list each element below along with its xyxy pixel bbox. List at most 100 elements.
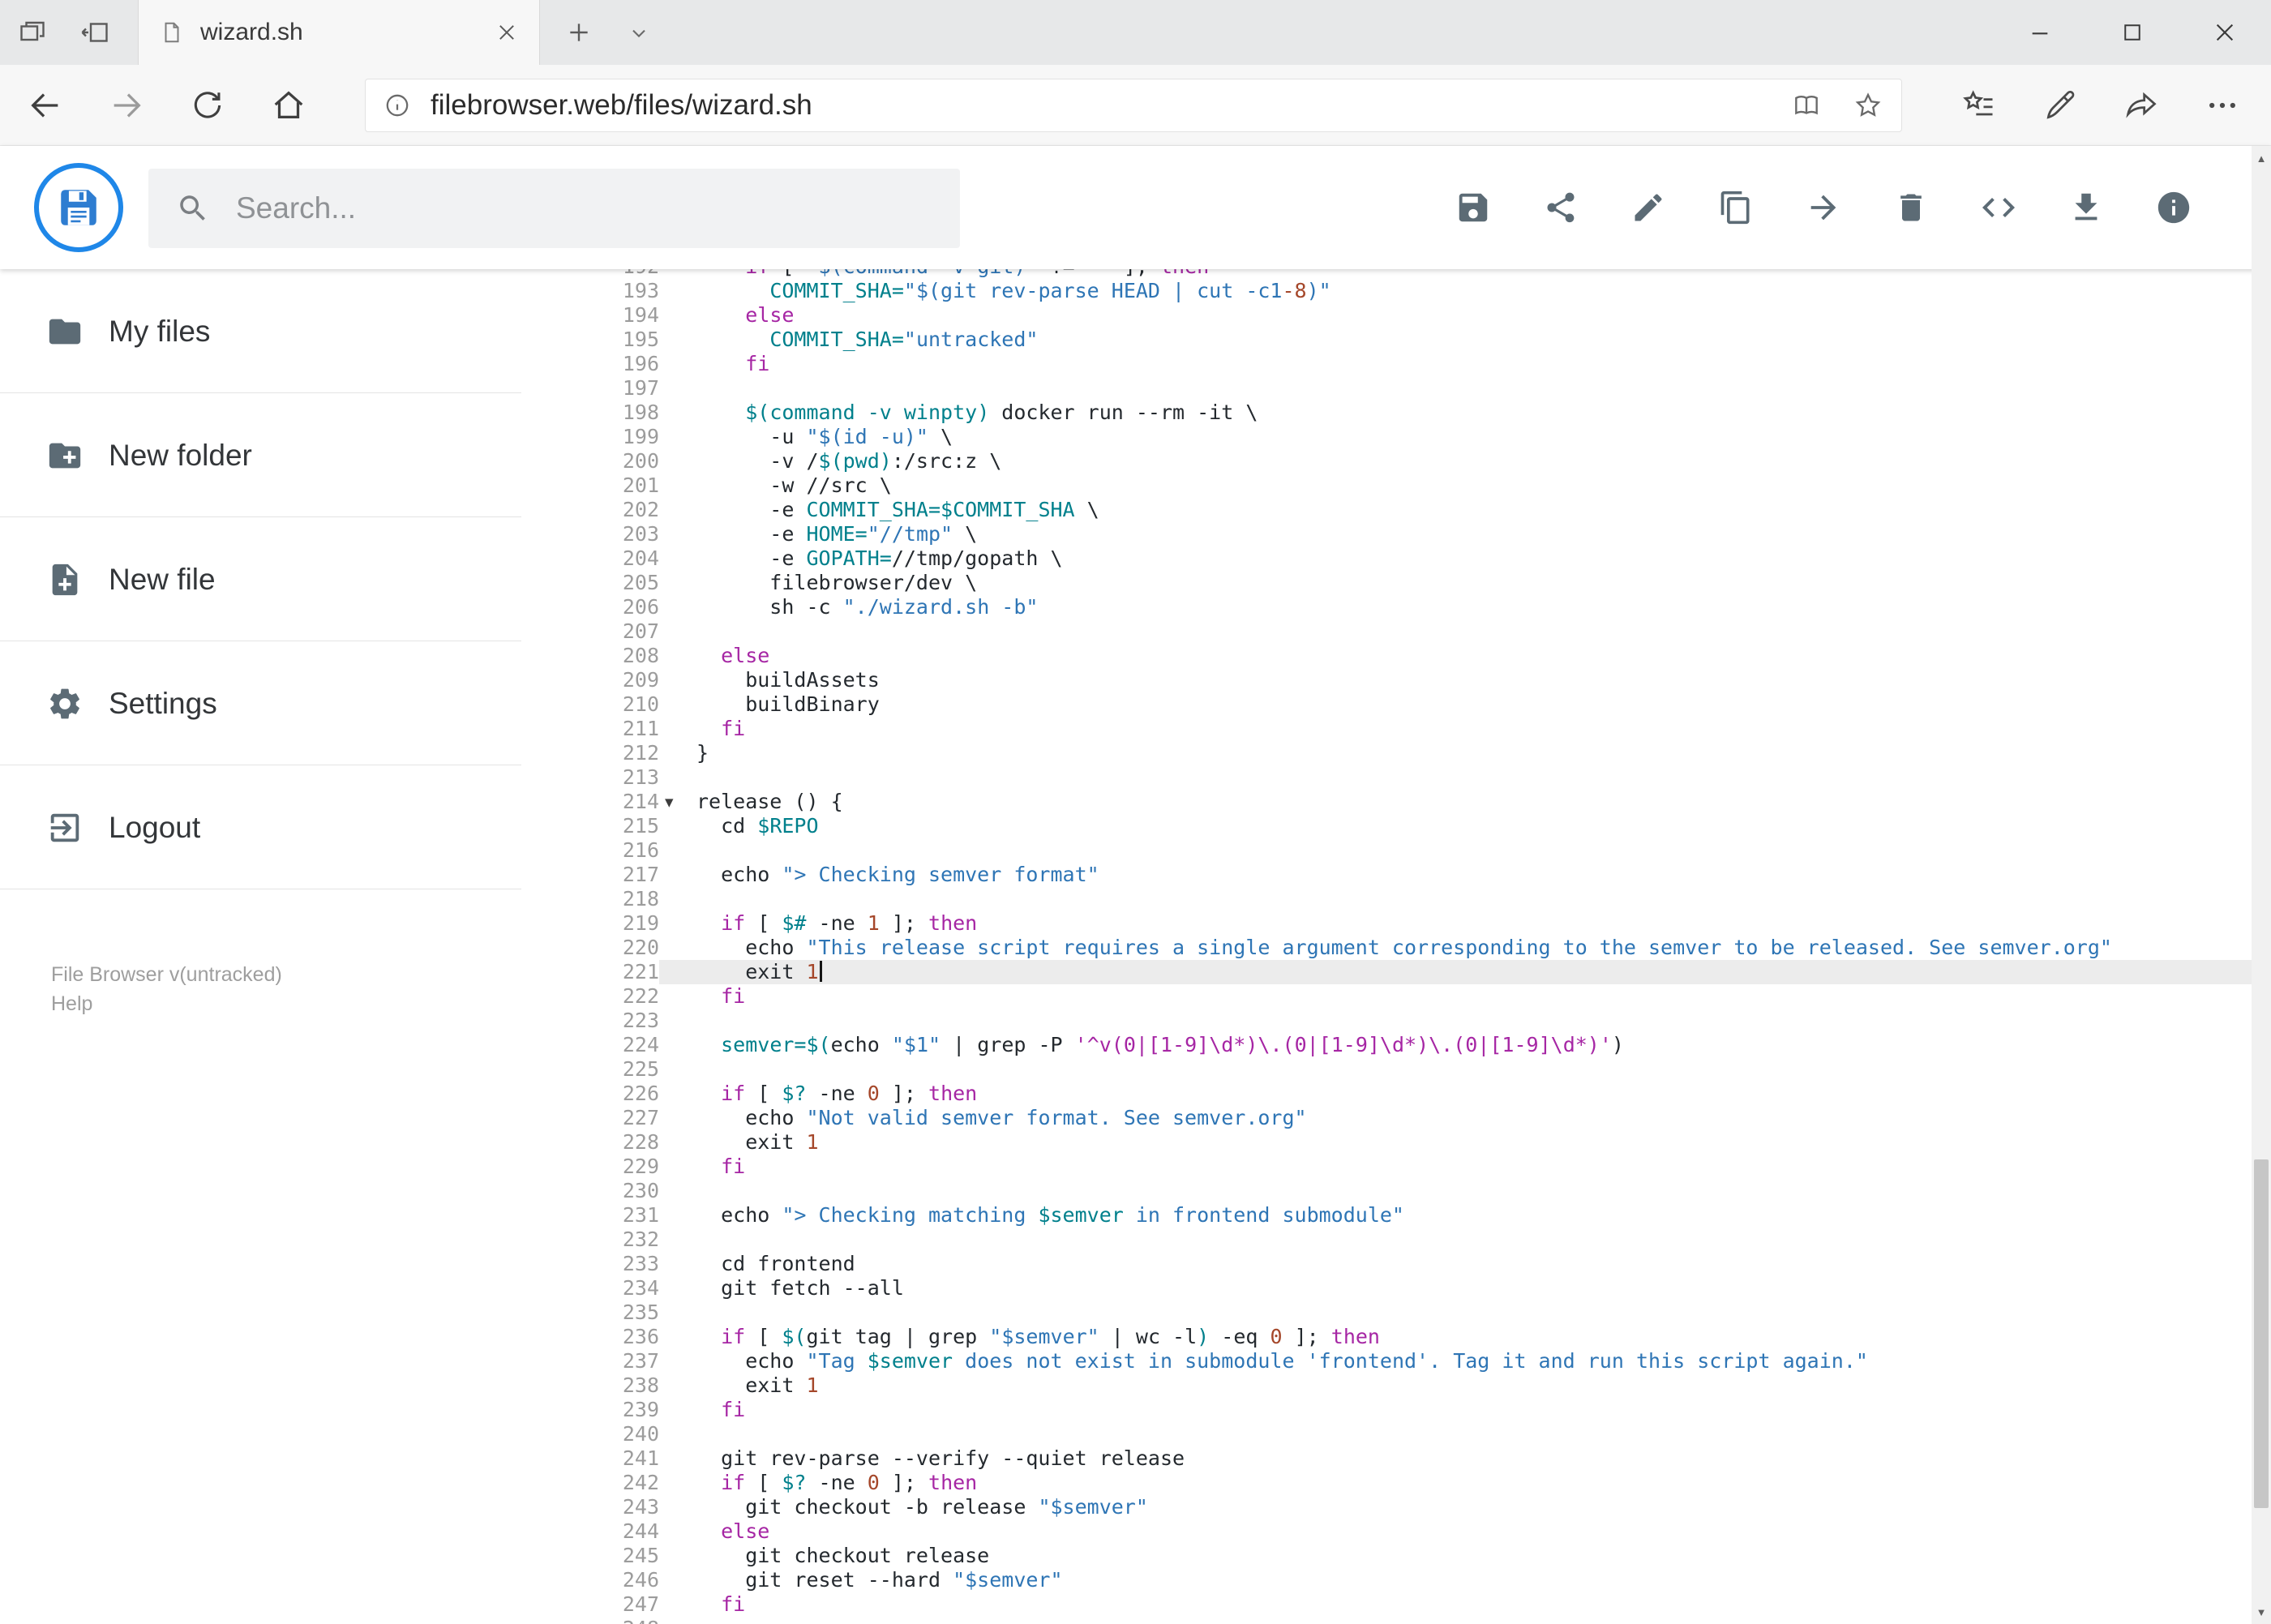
fold-arrow-icon[interactable]: ▾ [659, 790, 696, 814]
maximize-button[interactable] [2086, 0, 2179, 65]
save-button[interactable] [1429, 146, 1517, 269]
code-line[interactable]: 226 if [ $? -ne 0 ]; then [587, 1082, 2252, 1106]
code-line[interactable]: 229 fi [587, 1155, 2252, 1179]
code-line[interactable]: 207 [587, 619, 2252, 644]
code-line[interactable]: 224 semver=$(echo "$1" | grep -P '^v(0|[… [587, 1033, 2252, 1057]
code-line[interactable]: 242 if [ $? -ne 0 ]; then [587, 1471, 2252, 1495]
code-line[interactable]: 194 else [587, 303, 2252, 328]
raw-view-button[interactable] [1955, 146, 2042, 269]
code-line[interactable]: 200 -v /$(pwd):/src:z \ [587, 449, 2252, 473]
code-line[interactable]: 210 buildBinary [587, 692, 2252, 717]
code-line[interactable]: 239 fi [587, 1398, 2252, 1422]
code-line[interactable]: 231 echo "> Checking matching $semver in… [587, 1203, 2252, 1228]
code-line[interactable]: 202 -e COMMIT_SHA=$COMMIT_SHA \ [587, 498, 2252, 522]
url-field[interactable]: filebrowser.web/files/wizard.sh [365, 79, 1902, 132]
code-line[interactable]: 192 if [ "$(command -v git)" != "" ]; th… [587, 269, 2252, 279]
code-line[interactable]: 208 else [587, 644, 2252, 668]
vertical-scrollbar[interactable]: ▲ ▼ [2252, 146, 2271, 1624]
code-line[interactable]: 206 sh -c "./wizard.sh -b" [587, 595, 2252, 619]
code-line[interactable]: 225 [587, 1057, 2252, 1082]
code-line[interactable]: 198 $(command -v winpty) docker run --rm… [587, 401, 2252, 425]
browser-tab[interactable]: wizard.sh [138, 0, 540, 65]
rename-button[interactable] [1605, 146, 1692, 269]
code-line[interactable]: 197 [587, 376, 2252, 401]
code-line[interactable]: 204 -e GOPATH=//tmp/gopath \ [587, 546, 2252, 571]
share-button[interactable] [1517, 146, 1605, 269]
code-line[interactable]: 211 fi [587, 717, 2252, 741]
code-line[interactable]: 247 fi [587, 1592, 2252, 1617]
code-line[interactable]: 219 if [ $# -ne 1 ]; then [587, 911, 2252, 936]
code-line[interactable]: 233 cd frontend [587, 1252, 2252, 1276]
share-icon[interactable] [2101, 76, 2182, 135]
code-line[interactable]: 214 ▾ release () { [587, 790, 2252, 814]
code-line[interactable]: 212} [587, 741, 2252, 765]
site-info-icon[interactable] [383, 92, 411, 119]
code-line[interactable]: 218 [587, 887, 2252, 911]
code-line[interactable]: 248 [587, 1617, 2252, 1624]
code-line[interactable]: 235 [587, 1300, 2252, 1325]
code-line[interactable]: 243 git checkout -b release "$semver" [587, 1495, 2252, 1519]
code-line[interactable]: 209 buildAssets [587, 668, 2252, 692]
set-tabs-aside-icon[interactable] [81, 18, 110, 47]
tabs-preview-icon[interactable] [18, 18, 47, 47]
help-link[interactable]: Help [51, 989, 282, 1018]
favorite-star-icon[interactable] [1853, 90, 1883, 121]
delete-button[interactable] [1867, 146, 1955, 269]
code-line[interactable]: 220 echo "This release script requires a… [587, 936, 2252, 960]
code-line[interactable]: 223 [587, 1009, 2252, 1033]
code-line[interactable]: 217 echo "> Checking semver format" [587, 863, 2252, 887]
search-input[interactable] [236, 191, 901, 225]
code-line[interactable]: 237 echo "Tag $semver does not exist in … [587, 1349, 2252, 1373]
download-button[interactable] [2042, 146, 2130, 269]
code-line[interactable]: 205 filebrowser/dev \ [587, 571, 2252, 595]
search-bar[interactable] [148, 169, 960, 248]
code-line[interactable]: 241 git rev-parse --verify --quiet relea… [587, 1446, 2252, 1471]
scroll-up-arrow[interactable]: ▲ [2252, 148, 2271, 169]
code-line[interactable]: 221 exit 1 [587, 960, 2252, 984]
code-line[interactable]: 232 [587, 1228, 2252, 1252]
code-line[interactable]: 222 fi [587, 984, 2252, 1009]
code-editor[interactable]: 192 if [ "$(command -v git)" != "" ]; th… [587, 269, 2252, 1624]
move-button[interactable] [1780, 146, 1867, 269]
code-line[interactable]: 240 [587, 1422, 2252, 1446]
tab-preview-chevron-icon[interactable] [613, 0, 665, 65]
scroll-down-arrow[interactable]: ▼ [2252, 1601, 2271, 1622]
code-line[interactable]: 203 -e HOME="//tmp" \ [587, 522, 2252, 546]
web-note-pen-icon[interactable] [2020, 76, 2101, 135]
refresh-button[interactable] [185, 76, 230, 135]
code-line[interactable]: 195 COMMIT_SHA="untracked" [587, 328, 2252, 352]
tab-close-icon[interactable] [495, 21, 518, 44]
sidebar-item-new-file[interactable]: New file [0, 517, 587, 641]
sidebar-item-logout[interactable]: Logout [0, 765, 587, 889]
filebrowser-logo[interactable] [34, 163, 123, 252]
more-menu-icon[interactable] [2182, 76, 2263, 135]
forward-button[interactable] [104, 76, 149, 135]
sidebar-item-my-files[interactable]: My files [0, 269, 587, 393]
code-line[interactable]: 234 git fetch --all [587, 1276, 2252, 1300]
code-line[interactable]: 193 COMMIT_SHA="$(git rev-parse HEAD | c… [587, 279, 2252, 303]
copy-button[interactable] [1692, 146, 1780, 269]
minimize-button[interactable] [1994, 0, 2086, 65]
code-line[interactable]: 228 exit 1 [587, 1130, 2252, 1155]
home-button[interactable] [266, 76, 311, 135]
sidebar-item-settings[interactable]: Settings [0, 641, 587, 765]
close-window-button[interactable] [2179, 0, 2271, 65]
code-line[interactable]: 196 fi [587, 352, 2252, 376]
info-button[interactable] [2130, 146, 2217, 269]
code-line[interactable]: 245 git checkout release [587, 1544, 2252, 1568]
code-line[interactable]: 216 [587, 838, 2252, 863]
code-line[interactable]: 201 -w //src \ [587, 473, 2252, 498]
code-line[interactable]: 227 echo "Not valid semver format. See s… [587, 1106, 2252, 1130]
hub-favorites-icon[interactable] [1939, 76, 2020, 135]
new-tab-button[interactable] [548, 0, 610, 65]
code-line[interactable]: 238 exit 1 [587, 1373, 2252, 1398]
code-line[interactable]: 213 [587, 765, 2252, 790]
sidebar-item-new-folder[interactable]: New folder [0, 393, 587, 517]
scrollbar-thumb[interactable] [2254, 1159, 2269, 1508]
code-line[interactable]: 230 [587, 1179, 2252, 1203]
code-line[interactable]: 246 git reset --hard "$semver" [587, 1568, 2252, 1592]
reading-view-icon[interactable] [1791, 90, 1822, 121]
code-line[interactable]: 236 if [ $(git tag | grep "$semver" | wc… [587, 1325, 2252, 1349]
code-line[interactable]: 199 -u "$(id -u)" \ [587, 425, 2252, 449]
code-line[interactable]: 244 else [587, 1519, 2252, 1544]
